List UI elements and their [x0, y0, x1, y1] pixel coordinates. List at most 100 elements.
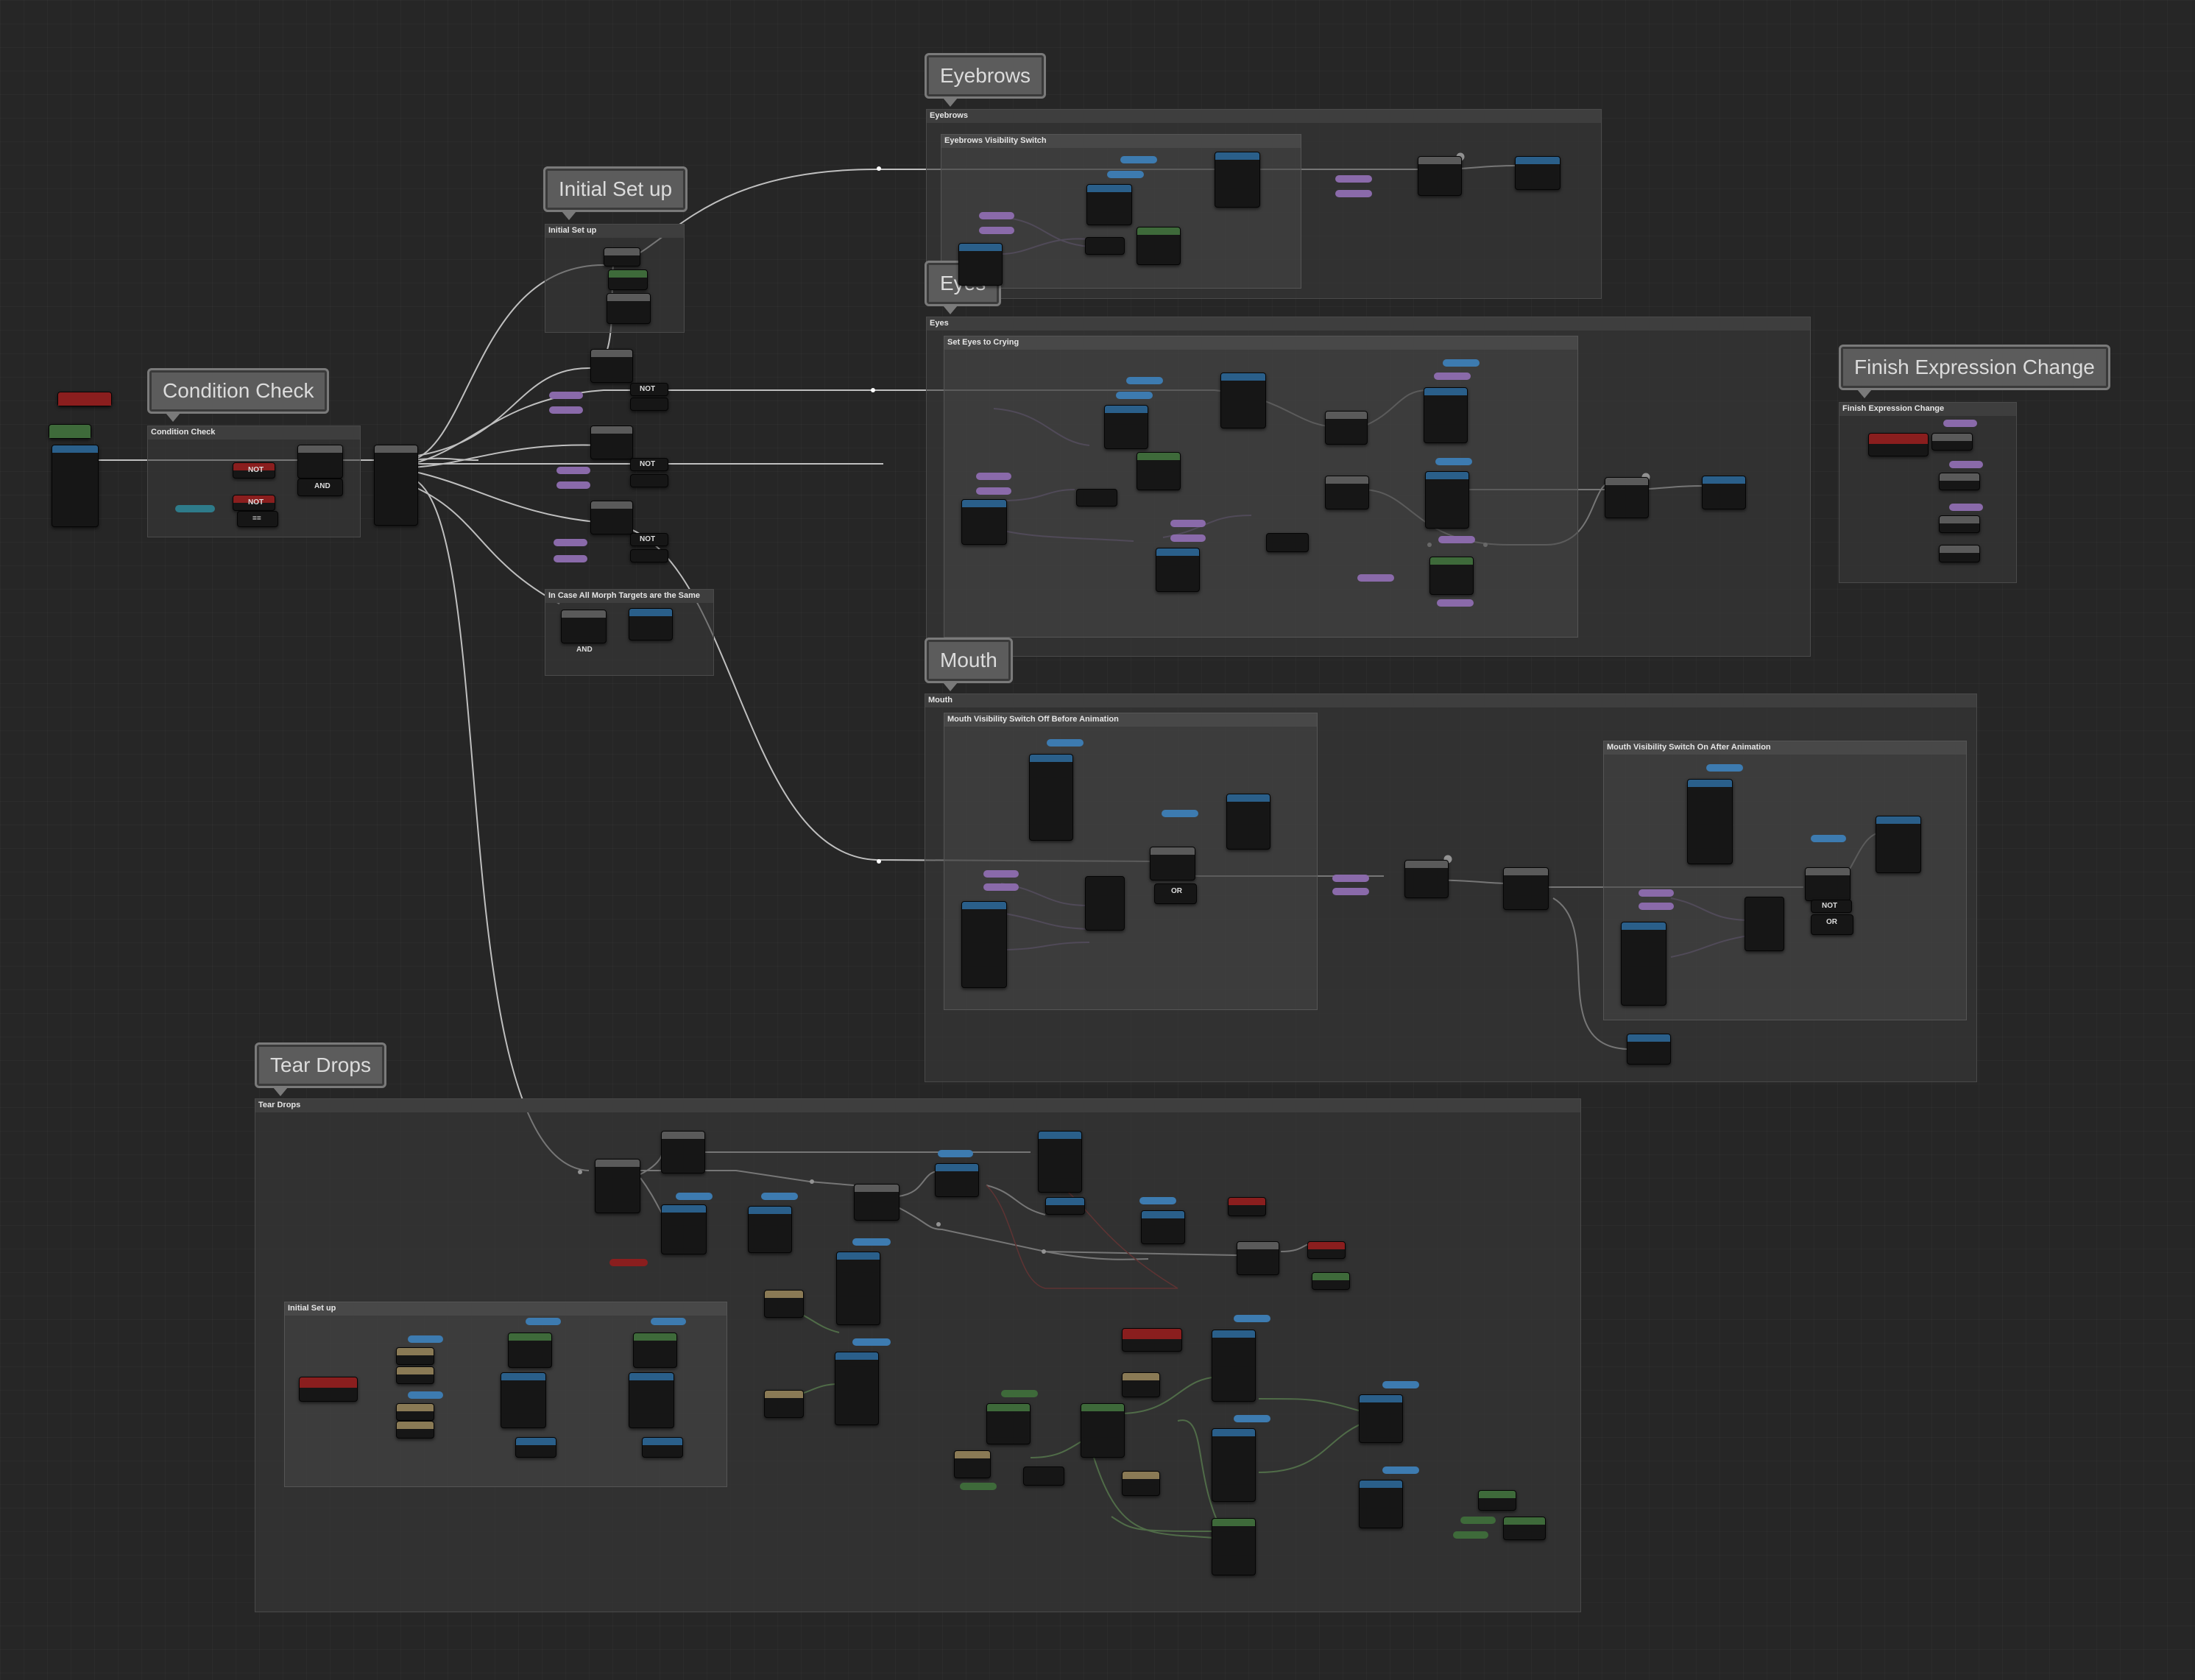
- get-node[interactable]: [1687, 779, 1733, 864]
- bubble-mouth[interactable]: Mouth: [925, 638, 1013, 691]
- variable-pill[interactable]: [1357, 574, 1394, 582]
- variable-pill[interactable]: [1162, 810, 1198, 817]
- variable-pill[interactable]: [1382, 1381, 1419, 1388]
- variable-pill[interactable]: [1335, 175, 1372, 183]
- set-visibility-node[interactable]: [836, 1252, 880, 1325]
- bubble-condition-check[interactable]: Condition Check: [147, 368, 330, 422]
- variable-pill[interactable]: [1047, 739, 1084, 747]
- custom-event-node[interactable]: [1868, 433, 1929, 456]
- call-node[interactable]: [661, 1204, 707, 1254]
- branch-node[interactable]: [297, 445, 343, 479]
- and-node[interactable]: AND: [297, 479, 343, 496]
- branch-node[interactable]: [1805, 867, 1851, 901]
- set-visibility-node[interactable]: [1876, 816, 1921, 873]
- set-node[interactable]: [604, 247, 640, 267]
- variable-pill[interactable]: [1943, 420, 1977, 427]
- variable-pill[interactable]: [1443, 359, 1480, 367]
- branch-node[interactable]: [1237, 1241, 1279, 1275]
- call-node[interactable]: [1515, 156, 1560, 190]
- set-visibility-node[interactable]: [1212, 1330, 1256, 1402]
- variable-pill[interactable]: [1234, 1415, 1270, 1422]
- call-node[interactable]: [1503, 1517, 1546, 1540]
- not-node[interactable]: NOT: [1811, 900, 1852, 913]
- variable-pill[interactable]: [1453, 1531, 1488, 1539]
- equal-node[interactable]: [1085, 876, 1125, 931]
- branch-node[interactable]: [854, 1184, 899, 1221]
- set-morph-node[interactable]: [1418, 156, 1462, 196]
- variable-pill[interactable]: [1107, 171, 1144, 178]
- get-node[interactable]: [1029, 754, 1073, 841]
- variable-pill[interactable]: [554, 555, 587, 562]
- set-node[interactable]: [1228, 1197, 1266, 1216]
- set-visibility-node[interactable]: [835, 1352, 879, 1425]
- variable-pill[interactable]: [1434, 373, 1471, 380]
- variable-pill[interactable]: [960, 1483, 997, 1490]
- variable-pill[interactable]: [979, 227, 1014, 234]
- make-node[interactable]: [1137, 227, 1181, 265]
- set-morph-node[interactable]: [1325, 476, 1369, 509]
- get-node[interactable]: [961, 499, 1007, 545]
- variable-pill[interactable]: [1332, 875, 1369, 882]
- variable-pill[interactable]: [976, 487, 1011, 495]
- variable-pill[interactable]: [1170, 534, 1206, 542]
- set-node[interactable]: [1931, 433, 1973, 451]
- variable-pill[interactable]: [761, 1193, 798, 1200]
- variable-pill[interactable]: [983, 870, 1019, 878]
- not-node[interactable]: NOT: [233, 462, 275, 479]
- variable-pill[interactable]: [1139, 1197, 1176, 1204]
- variable-pill[interactable]: [1126, 377, 1163, 384]
- make-node[interactable]: [633, 1333, 677, 1368]
- set-visibility-node[interactable]: [1425, 471, 1469, 529]
- variable-get-node[interactable]: [49, 424, 91, 439]
- make-node[interactable]: [1212, 1518, 1256, 1575]
- branch-node[interactable]: AND: [561, 610, 607, 654]
- tan-var-node[interactable]: [396, 1347, 434, 1365]
- variable-pill[interactable]: [549, 406, 583, 414]
- set-visibility-node[interactable]: [1215, 152, 1260, 208]
- make-node[interactable]: [1081, 1403, 1125, 1458]
- variable-pill[interactable]: [1706, 764, 1743, 772]
- function-entry-node[interactable]: [52, 445, 99, 527]
- variable-pill[interactable]: [852, 1238, 891, 1246]
- variable-pill[interactable]: [1116, 392, 1153, 399]
- equal-node[interactable]: [1085, 237, 1125, 255]
- tan-var-node[interactable]: [954, 1450, 991, 1478]
- tan-var-node[interactable]: [396, 1421, 434, 1439]
- set-node[interactable]: [1312, 1272, 1350, 1290]
- tan-var-node[interactable]: [1122, 1471, 1160, 1496]
- call-node[interactable]: [629, 608, 673, 640]
- call-node[interactable]: [1141, 1210, 1185, 1244]
- set-visibility-node[interactable]: [1424, 387, 1468, 443]
- variable-pill[interactable]: [1639, 889, 1674, 897]
- equal-node[interactable]: [1745, 897, 1784, 951]
- set-node[interactable]: [1038, 1131, 1082, 1193]
- branch-node[interactable]: [590, 426, 633, 459]
- bubble-finish-expression[interactable]: Finish Expression Change: [1839, 345, 2110, 398]
- call-node[interactable]: [642, 1437, 683, 1458]
- variable-pill[interactable]: [526, 1318, 561, 1325]
- bubble-initial-setup[interactable]: Initial Set up: [543, 166, 688, 220]
- custom-event-node[interactable]: [1122, 1328, 1182, 1352]
- variable-pill[interactable]: [408, 1335, 443, 1343]
- equal-node[interactable]: [1045, 1197, 1085, 1215]
- variable-pill[interactable]: [976, 473, 1011, 480]
- make-node[interactable]: [1429, 557, 1474, 595]
- set-visibility-node[interactable]: [629, 1372, 674, 1428]
- variable-pill[interactable]: [408, 1391, 443, 1399]
- variable-pill[interactable]: [175, 505, 215, 512]
- delay-node[interactable]: [1503, 867, 1549, 910]
- variable-pill[interactable]: [1234, 1315, 1270, 1322]
- equal-node[interactable]: [1266, 533, 1309, 552]
- variable-pill[interactable]: [1120, 156, 1157, 163]
- variable-pill[interactable]: [1437, 599, 1474, 607]
- make-node[interactable]: [986, 1403, 1031, 1444]
- variable-pill[interactable]: [549, 392, 583, 399]
- not-node[interactable]: NOT: [233, 495, 275, 511]
- set-visibility-node[interactable]: [1220, 373, 1266, 428]
- tan-var-node[interactable]: [396, 1403, 434, 1421]
- blueprint-graph-canvas[interactable]: Eyebrows Eyebrows Visibility Switch Init…: [0, 0, 2195, 1680]
- tan-var-node[interactable]: [764, 1290, 804, 1318]
- set-node[interactable]: [1939, 473, 1980, 490]
- variable-pill[interactable]: [1639, 903, 1674, 910]
- equal-node[interactable]: [630, 398, 668, 411]
